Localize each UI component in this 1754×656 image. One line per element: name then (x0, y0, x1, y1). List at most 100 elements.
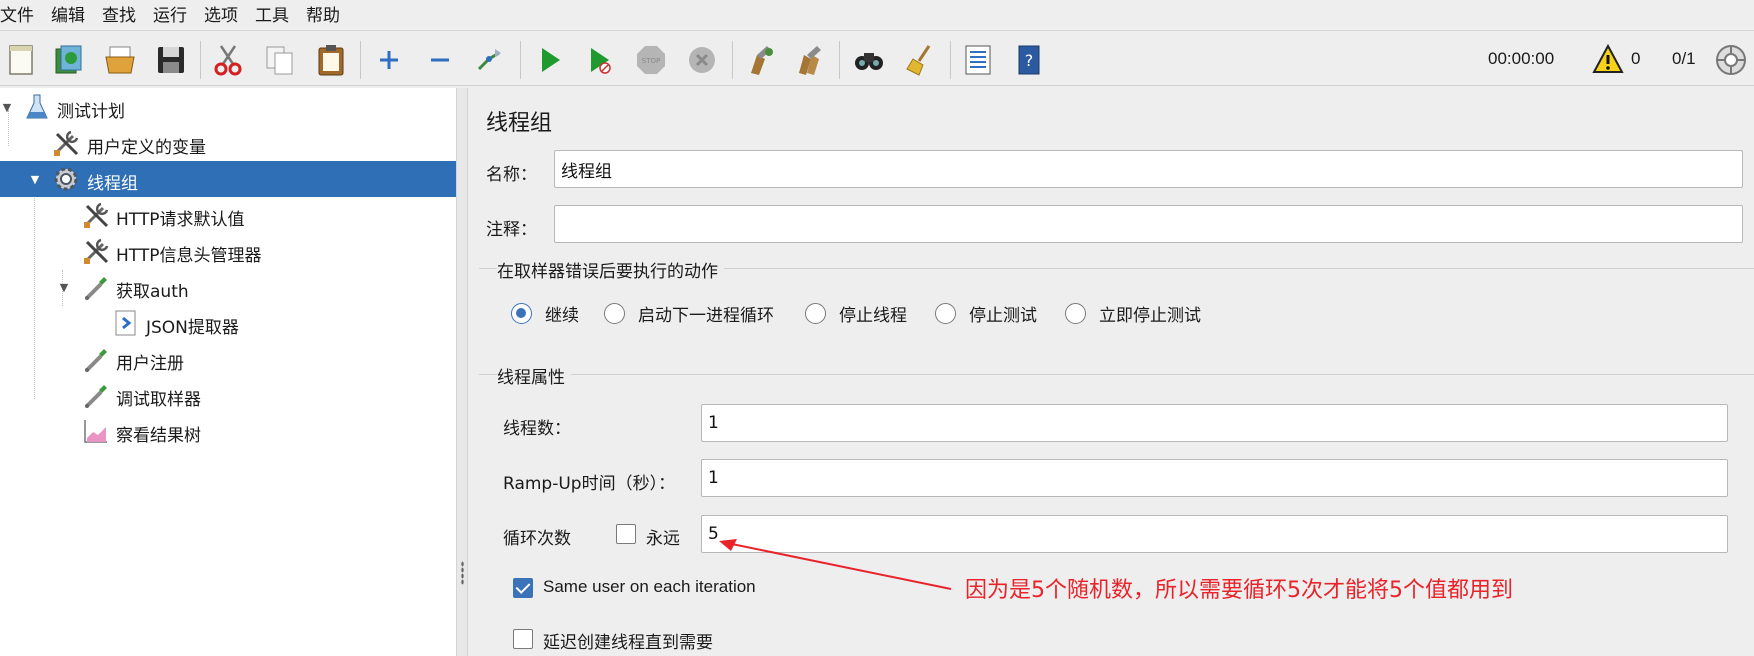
save-button[interactable] (152, 41, 190, 79)
menu-bar: 文件 编辑 查找 运行 选项 工具 帮助 (0, 0, 1754, 26)
forever-checkbox[interactable] (616, 524, 636, 544)
radio-stop-test-now[interactable]: 立即停止测试 (1065, 301, 1201, 326)
tree-node-json-extractor[interactable]: JSON提取器 (0, 305, 456, 341)
thread-group-panel: 线程组 名称： 注释： 在取样器错误后要执行的动作 继续 启动下一进程循环 停止… (469, 88, 1754, 656)
function-helper-button[interactable] (959, 41, 997, 79)
templates-button[interactable] (50, 41, 88, 79)
name-field[interactable] (554, 150, 1743, 188)
cut-button[interactable] (209, 41, 247, 79)
radio-button[interactable] (1065, 303, 1086, 324)
tree-node-user-register[interactable]: 用户注册 (0, 341, 456, 377)
extractor-icon (111, 308, 141, 338)
test-plan-tree: ▼ 测试计划 用户定义的变量 ▼ 线程组 HTTP请求默认值 HTTP信息头管理… (0, 88, 456, 656)
clear-button[interactable] (741, 41, 779, 79)
menu-options[interactable]: 选项 (204, 1, 247, 26)
start-no-pause-button[interactable] (581, 41, 619, 79)
toggle-button[interactable] (471, 41, 509, 79)
active-threads: 0/1 (1672, 49, 1696, 68)
remote-status-icon[interactable] (1714, 43, 1748, 77)
warning-count: 0 (1631, 49, 1641, 68)
tree-node-http-defaults[interactable]: HTTP请求默认值 (0, 197, 456, 233)
flask-icon (22, 92, 52, 122)
tree-node-thread-group[interactable]: ▼ 线程组 (0, 161, 456, 197)
tree-node-results-tree[interactable]: 察看结果树 (0, 413, 456, 449)
tools-icon (81, 236, 111, 266)
start-no-pause-icon (591, 48, 611, 74)
svg-text:STOP: STOP (642, 57, 660, 65)
open-icon (105, 46, 135, 74)
threads-field[interactable] (701, 404, 1728, 442)
chevron-down-icon[interactable]: ▼ (28, 172, 42, 186)
jmeter-window: 文件 编辑 查找 运行 选项 工具 帮助 STOP ? 00:00:00 0 0… (0, 0, 1754, 656)
toolbar-separator (200, 41, 201, 79)
comment-field[interactable] (554, 205, 1743, 243)
open-button[interactable] (101, 41, 139, 79)
warning-icon[interactable] (1592, 43, 1624, 75)
tree-node-debug-sampler[interactable]: 调试取样器 (0, 377, 456, 413)
reset-search-button[interactable] (901, 41, 939, 79)
copy-button[interactable] (261, 41, 299, 79)
stop-button[interactable]: STOP (632, 41, 670, 79)
radio-button[interactable] (604, 303, 625, 324)
chevron-down-icon[interactable]: ▼ (57, 280, 71, 294)
menu-edit[interactable]: 编辑 (51, 1, 94, 26)
templates-icon (55, 45, 82, 74)
loop-count-label: 循环次数 (503, 529, 571, 549)
elapsed-timer: 00:00:00 (1488, 49, 1555, 68)
toggle-icon (477, 49, 501, 71)
new-plan-button[interactable] (2, 41, 40, 79)
reset-search-icon (906, 45, 931, 76)
help-button[interactable]: ? (1010, 41, 1048, 79)
stop-icon: STOP (637, 46, 665, 74)
function-helper-icon (965, 45, 991, 75)
pipette-icon (81, 380, 111, 410)
menu-file[interactable]: 文件 (0, 1, 43, 26)
paste-icon (318, 45, 344, 76)
radio-button[interactable] (805, 303, 826, 324)
toolbar-separator (360, 41, 361, 79)
same-user-checkbox[interactable] (513, 578, 533, 598)
expand-button[interactable] (370, 41, 408, 79)
comment-label: 注释： (486, 220, 537, 240)
annotation-arrow (719, 539, 952, 590)
cut-icon (214, 45, 242, 76)
tree-node-header-manager[interactable]: HTTP信息头管理器 (0, 233, 456, 269)
menu-run[interactable]: 运行 (153, 1, 196, 26)
menu-help[interactable]: 帮助 (306, 1, 349, 26)
split-divider[interactable] (456, 88, 468, 656)
start-button[interactable] (531, 41, 569, 79)
tools-icon (81, 200, 111, 230)
tree-node-test-plan[interactable]: ▼ 测试计划 (0, 89, 456, 125)
tree-node-get-auth[interactable]: ▼ 获取auth (0, 269, 456, 305)
toolbar-separator (732, 41, 733, 79)
radio-continue[interactable]: 继续 (511, 301, 579, 326)
clear-all-button[interactable] (791, 41, 829, 79)
shutdown-button[interactable] (683, 41, 721, 79)
copy-icon (266, 46, 293, 75)
delay-create-checkbox[interactable] (513, 629, 533, 649)
radio-stop-test[interactable]: 停止测试 (935, 301, 1037, 326)
toolbar-separator (950, 41, 951, 79)
rampup-label: Ramp-Up时间（秒）： (503, 474, 676, 494)
pipette-icon (81, 272, 111, 302)
radio-next-loop[interactable]: 启动下一进程循环 (604, 301, 774, 326)
rampup-field[interactable] (701, 459, 1728, 497)
collapse-icon (431, 58, 449, 62)
collapse-button[interactable] (421, 41, 459, 79)
shutdown-icon (689, 47, 715, 73)
threads-label: 线程数： (503, 419, 571, 439)
menu-search[interactable]: 查找 (102, 1, 145, 26)
paste-button[interactable] (312, 41, 350, 79)
radio-button[interactable] (511, 303, 532, 324)
menu-tools[interactable]: 工具 (255, 1, 298, 26)
gear-icon (51, 164, 81, 194)
tree-node-user-variables[interactable]: 用户定义的变量 (0, 125, 456, 161)
clear-all-icon (799, 46, 821, 75)
radio-stop-thread[interactable]: 停止线程 (805, 301, 907, 326)
search-button[interactable] (850, 41, 888, 79)
toolbar-separator (520, 41, 521, 79)
chevron-down-icon[interactable]: ▼ (0, 100, 14, 114)
clear-icon (751, 46, 773, 75)
divider-grip[interactable] (461, 561, 464, 585)
radio-button[interactable] (935, 303, 956, 324)
